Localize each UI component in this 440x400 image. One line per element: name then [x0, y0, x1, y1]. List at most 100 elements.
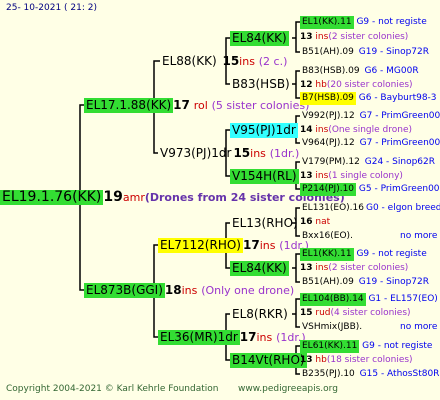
gen4-info-15: G9 - not registe	[356, 249, 427, 259]
root-queen-year: 19	[103, 189, 123, 205]
gen2-year-3: 17	[239, 330, 257, 344]
gen4-race-13: nat	[315, 217, 331, 227]
gen4-race-4: hb	[315, 80, 327, 90]
gen4-info-18: G1 - EL157(EO)	[368, 294, 438, 304]
gen4-node-15[interactable]: EL1(KK).11 G9 - not registe	[300, 248, 427, 261]
gen4-node-9[interactable]: V179(PM).12 G24 - Sinop62R	[300, 156, 435, 169]
gen2-race-0: ins	[239, 55, 255, 68]
gen4-node-14[interactable]: Bxx16(EO). no more	[300, 230, 437, 243]
gen4-node-11[interactable]: P214(PJ).10 G5 - PrimGreen00	[300, 183, 440, 196]
gen2-year-2: 17	[242, 238, 260, 252]
gen2-node-0[interactable]: EL88(KK) 15ins (2 c.)	[160, 54, 287, 69]
gen2-node-1[interactable]: V973(PJ)1dr 15ins (1dr.)	[158, 146, 299, 161]
gen1-year-1: 18	[164, 283, 182, 297]
gen4-name-20: VSHmix(JBB).	[302, 322, 363, 332]
gen2-race-1: ins	[250, 147, 266, 160]
gen4-node-23[interactable]: B235(PJ).10 G15 - AthosSt80R	[300, 368, 439, 381]
gen4-info-0: G9 - not registe	[356, 17, 427, 27]
gen4-name-18: EL104(BB).14	[300, 293, 366, 306]
gen1-node-0[interactable]: EL17.1.88(KK) 17 rol (5 sister colonies)	[84, 98, 309, 113]
gen4-note-4: (20 sister colonies)	[326, 80, 413, 90]
gen4-node-6[interactable]: V992(PJ).12 G7 - PrimGreen00	[300, 110, 440, 123]
gen4-info-20: no more	[400, 322, 438, 332]
gen4-node-8[interactable]: V964(PJ).12 G7 - PrimGreen00	[300, 137, 440, 150]
gen4-name-8: V964(PJ).12	[302, 138, 355, 148]
gen4-info-14: no more	[400, 231, 438, 241]
gen2-note-1: (1dr.)	[269, 147, 300, 160]
gen4-year-13: 16	[300, 217, 313, 227]
gen4-node-4: 12 hb(20 sister colonies)	[300, 79, 413, 92]
gen3-node-5[interactable]: EL84(KK)	[230, 261, 289, 276]
gen3-name-0: EL84(KK)	[230, 31, 289, 46]
gen1-name-0: EL17.1.88(KK)	[84, 98, 174, 113]
gen4-node-7: 14 ins(One single drone)	[300, 124, 412, 137]
gen4-info-23: G15 - AthosSt80R	[359, 369, 440, 379]
gen1-race-0: rol	[193, 99, 208, 112]
gen4-name-21: EL61(KK).11	[300, 340, 360, 353]
gen4-name-9: V179(PM).12	[302, 157, 360, 167]
gen4-year-10: 13	[300, 171, 313, 181]
gen4-name-3: B83(HSB).09	[302, 66, 360, 76]
gen4-info-11: G5 - PrimGreen00	[358, 184, 440, 194]
gen2-name-0: EL88(KK)	[162, 54, 217, 68]
gen3-node-7[interactable]: B14Vt(RHO)	[230, 353, 307, 368]
gen4-race-16: ins	[315, 263, 329, 273]
gen4-info-6: G7 - PrimGreen00	[359, 111, 440, 121]
gen4-info-8: G7 - PrimGreen00	[359, 138, 440, 148]
gen4-name-2: B51(AH).09	[302, 47, 354, 57]
gen4-node-2[interactable]: B51(AH).09 G19 - Sinop72R	[300, 46, 429, 59]
gen4-note-10: (1 single colony)	[328, 171, 403, 181]
gen4-node-20[interactable]: VSHmix(JBB). no more	[300, 321, 437, 334]
gen4-year-1: 13	[300, 32, 313, 42]
gen4-node-3[interactable]: B83(HSB).09 G6 - MG00R	[300, 65, 419, 78]
gen2-node-2[interactable]: EL7112(RHO) 17ins (1dr.)	[158, 238, 309, 253]
gen4-year-22: 13	[300, 355, 313, 365]
gen4-node-0[interactable]: EL1(KK).11 G9 - not registe	[300, 16, 427, 29]
gen3-node-1[interactable]: B83(HSB)	[230, 77, 292, 92]
gen3-name-1: B83(HSB)	[232, 77, 290, 91]
footer-copyright: Copyright 2004-2021 © Karl Kehrle Founda…	[6, 384, 219, 394]
gen3-name-3: V154H(RL)	[230, 169, 299, 184]
gen4-node-12[interactable]: EL131(EO).16 G0 - elgon breed	[300, 202, 440, 215]
gen2-year-0: 15	[222, 54, 240, 68]
gen3-node-6[interactable]: EL8(RKR)	[230, 307, 290, 322]
gen2-race-3: ins	[256, 331, 273, 344]
gen4-race-19: rud	[315, 308, 331, 318]
gen4-info-2: G19 - Sinop72R	[358, 47, 430, 57]
gen4-race-22: hb	[315, 355, 327, 365]
gen4-race-1: ins	[315, 32, 329, 42]
gen4-node-16: 13 ins(2 sister colonies)	[300, 262, 408, 275]
gen1-note-0: (5 sister colonies)	[211, 99, 310, 112]
gen4-node-22: 13 hb(18 sister colonies)	[300, 354, 413, 367]
gen2-year-1: 15	[233, 146, 251, 160]
gen4-info-5: G6 - Bayburt98-3	[358, 93, 437, 103]
gen1-node-1[interactable]: EL873B(GGI) 18ins (Only one drone)	[84, 283, 294, 298]
gen4-name-5: B7(HSB).09	[300, 92, 356, 105]
gen2-name-3: EL36(MR)1dr	[158, 330, 240, 345]
footer-url[interactable]: www.pedigreeapis.org	[238, 384, 338, 394]
gen4-node-17[interactable]: B51(AH).09 G19 - Sinop72R	[300, 276, 429, 289]
gen4-year-7: 14	[300, 125, 313, 135]
gen3-node-0[interactable]: EL84(KK)	[230, 31, 289, 46]
gen4-node-1: 13 ins(2 sister colonies)	[300, 31, 408, 44]
gen3-node-4[interactable]: EL13(RHO)	[230, 216, 300, 231]
gen3-node-2[interactable]: V95(PJ)1dr	[230, 123, 298, 138]
gen4-info-3: G6 - MG00R	[364, 66, 419, 76]
gen4-note-16: (2 sister colonies)	[328, 263, 409, 273]
gen1-note-1: (Only one drone)	[201, 284, 295, 297]
gen2-node-3[interactable]: EL36(MR)1dr 17ins (1dr.)	[158, 330, 306, 345]
gen4-node-18[interactable]: EL104(BB).14 G1 - EL157(EO)	[300, 293, 438, 306]
gen1-year-0: 17	[173, 98, 190, 112]
report-date: 25- 10-2021 ( 21: 2)	[6, 3, 97, 13]
gen3-node-3[interactable]: V154H(RL)	[230, 169, 299, 184]
gen4-node-5[interactable]: B7(HSB).09 G6 - Bayburt98-3	[300, 92, 437, 105]
gen4-info-21: G9 - not registe	[362, 341, 433, 351]
gen2-note-0: (2 c.)	[258, 55, 288, 68]
gen4-name-23: B235(PJ).10	[302, 369, 355, 379]
gen4-name-11: P214(PJ).10	[300, 183, 357, 196]
gen3-name-7: B14Vt(RHO)	[230, 353, 307, 368]
root-queen[interactable]: EL19.1.76(KK) 19amr(Drones from 24 sister…	[0, 190, 345, 205]
gen1-race-1: ins	[181, 284, 198, 297]
gen4-node-21[interactable]: EL61(KK).11 G9 - not registe	[300, 340, 432, 353]
gen3-name-4: EL13(RHO)	[232, 216, 298, 230]
